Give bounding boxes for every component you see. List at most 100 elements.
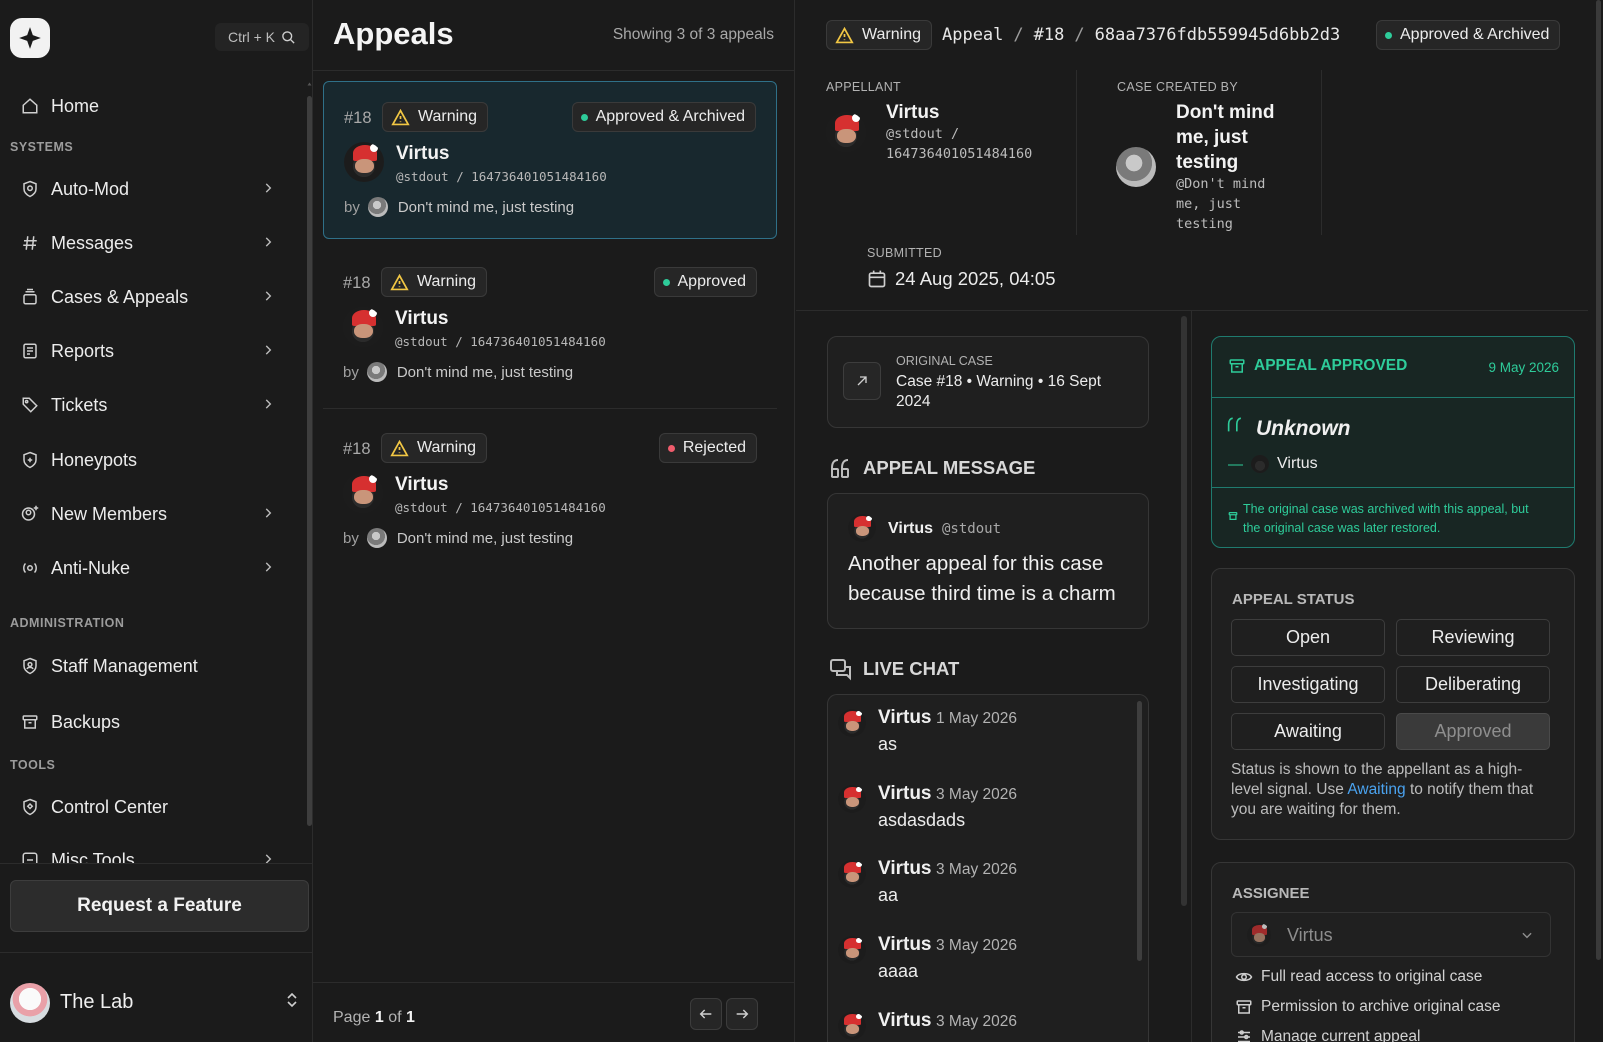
status-badge: Approved & Archived (571, 102, 756, 132)
server-switcher[interactable]: The Lab (0, 952, 313, 1042)
appellant-name: Virtus (395, 308, 449, 329)
sidebar-item-tickets[interactable]: Tickets (10, 385, 295, 425)
breadcrumb-appeal[interactable]: Appeal (942, 25, 1003, 45)
section-label-systems: SYSTEMS (10, 140, 74, 154)
sidebar-item-label: New Members (51, 503, 168, 524)
live-chat-box: Virtus 1 May 2026 as Virtus 3 May 2026 a… (827, 694, 1149, 1042)
creator-avatar (1116, 147, 1156, 187)
archive-icon (1228, 357, 1246, 375)
sidebar-item-messages[interactable]: Messages (10, 223, 295, 263)
warning-icon (835, 26, 854, 44)
appeal-card[interactable]: #18 Warning Rejected Virtus @stdout / 16… (323, 413, 777, 571)
breadcrumb-number[interactable]: #18 (1034, 25, 1065, 45)
status-dot (667, 444, 675, 452)
sidebar-item-control-center[interactable]: Control Center (10, 787, 295, 827)
chat-text: asdasdads (878, 810, 966, 830)
chat-text: as (878, 734, 898, 754)
avatar (344, 142, 384, 182)
chevron-right-icon (261, 181, 275, 195)
appeals-list-panel: Appeals Showing 3 of 3 appeals #18 Warni… (313, 0, 795, 1042)
divider (323, 408, 777, 409)
page-current: 1 (374, 1009, 384, 1026)
sidebar-scrollbar[interactable] (307, 80, 312, 860)
status-option-deliberating[interactable]: Deliberating (1396, 666, 1550, 703)
approved-note-line: The original case was archived with this… (1243, 502, 1529, 516)
appeal-card[interactable]: #18 Warning Approved & Archived Virtus @… (323, 81, 777, 239)
creator-name: Don't mind me, just testing (396, 529, 574, 547)
sidebar-item-home[interactable]: Home (10, 86, 295, 126)
sidebar-item-label: Home (51, 95, 100, 116)
sidebar-item-staff-management[interactable]: Staff Management (10, 646, 295, 686)
appellant-label: APPELLANT (826, 80, 901, 94)
assignee-select[interactable]: Virtus (1231, 912, 1551, 957)
sidebar-item-label: Cases & Appeals (51, 286, 189, 307)
creator-avatar (367, 197, 388, 217)
status-badge: Approved (653, 267, 757, 297)
sidebar-item-honeypots[interactable]: Honeypots (10, 440, 295, 480)
creator-name-line: me, just (1176, 127, 1248, 148)
divider (796, 70, 1588, 71)
hash-icon (20, 233, 40, 253)
prev-page-button[interactable] (690, 998, 722, 1030)
server-avatar (10, 983, 50, 1023)
chat-date: 3 May 2026 (936, 861, 1017, 878)
sidebar-item-backups[interactable]: Backups (10, 702, 295, 742)
original-case-line: 2024 (896, 393, 931, 410)
chevron-right-icon (261, 289, 275, 303)
appeal-approved-card: APPEAL APPROVED 9 May 2026 Unknown — Vir… (1211, 336, 1575, 548)
status-option-awaiting[interactable]: Awaiting (1231, 713, 1385, 750)
by-label: by (343, 529, 359, 547)
type-badge: Warning (382, 102, 488, 132)
control-shield-icon (20, 797, 40, 817)
sidebar-item-reports[interactable]: Reports (10, 331, 295, 371)
status-option-approved[interactable]: Approved (1396, 713, 1550, 750)
page-title: Appeals (333, 16, 454, 51)
section-title: LIVE CHAT (863, 658, 960, 679)
permission-item: Manage current appeal (1235, 1028, 1420, 1042)
sidebar-item-new-members[interactable]: New Members (10, 494, 295, 534)
sidebar-scroll-thumb[interactable] (307, 96, 312, 826)
approved-note-line: the original case was later restored. (1243, 521, 1441, 535)
chat-scrollbar[interactable] (1137, 701, 1142, 961)
search-shortcut-button[interactable]: Ctrl + K (215, 23, 309, 51)
message-text-line: Another appeal for this case (848, 552, 1104, 575)
next-page-button[interactable] (726, 998, 758, 1030)
search-icon (281, 30, 296, 45)
detail-scrollbar[interactable] (1181, 316, 1187, 906)
app-logo[interactable] (10, 18, 50, 58)
appeal-card[interactable]: #18 Warning Approved Virtus @stdout / 16… (323, 247, 777, 405)
original-case-card[interactable]: ORIGINAL CASE Case #18 • Warning • 16 Se… (827, 336, 1149, 428)
sidebar-item-anti-nuke[interactable]: Anti-Nuke (10, 548, 295, 588)
status-label: Approved (677, 273, 747, 290)
sidebar-item-cases-appeals[interactable]: Cases & Appeals (10, 277, 295, 317)
chevron-right-icon (261, 397, 275, 411)
type-badge: Warning (826, 20, 932, 50)
chevron-right-icon (261, 343, 275, 357)
case-created-by-label: CASE CREATED BY (1117, 80, 1238, 94)
request-feature-button[interactable]: Request a Feature (10, 880, 309, 932)
message-text-line: because third time is a charm (848, 582, 1116, 605)
search-shortcut-label: Ctrl + K (227, 29, 276, 45)
status-option-investigating[interactable]: Investigating (1231, 666, 1385, 703)
live-chat-header: LIVE CHAT (829, 657, 959, 681)
status-option-open[interactable]: Open (1231, 619, 1385, 656)
permission-label: Permission to archive original case (1261, 998, 1501, 1015)
awaiting-link[interactable]: Awaiting (1347, 781, 1405, 798)
page-scrollbar[interactable] (1596, 0, 1601, 960)
approved-quote: Unknown (1256, 417, 1351, 440)
chat-author: Virtus (878, 707, 932, 728)
breadcrumb-appeal-id[interactable]: 68aa7376fdb559945d6bb2d3 (1095, 25, 1341, 45)
sidebar-item-auto-mod[interactable]: Auto-Mod (10, 169, 295, 209)
avatar (838, 1012, 866, 1040)
status-help-text: Status is shown to the appellant as a hi… (1231, 760, 1533, 820)
shield-bot-icon (20, 179, 40, 199)
creator-handle-line: me, just (1176, 196, 1242, 212)
type-label: Warning (417, 439, 476, 456)
sidebar-item-misc-tools[interactable]: Misc Tools (10, 840, 295, 864)
avatar (343, 473, 383, 513)
assignee-label: ASSIGNEE (1232, 885, 1310, 902)
status-option-reviewing[interactable]: Reviewing (1396, 619, 1550, 656)
chat-date: 3 May 2026 (936, 1013, 1017, 1030)
creator-handle-line: testing (1176, 216, 1233, 232)
appeals-count: Showing 3 of 3 appeals (612, 26, 774, 43)
